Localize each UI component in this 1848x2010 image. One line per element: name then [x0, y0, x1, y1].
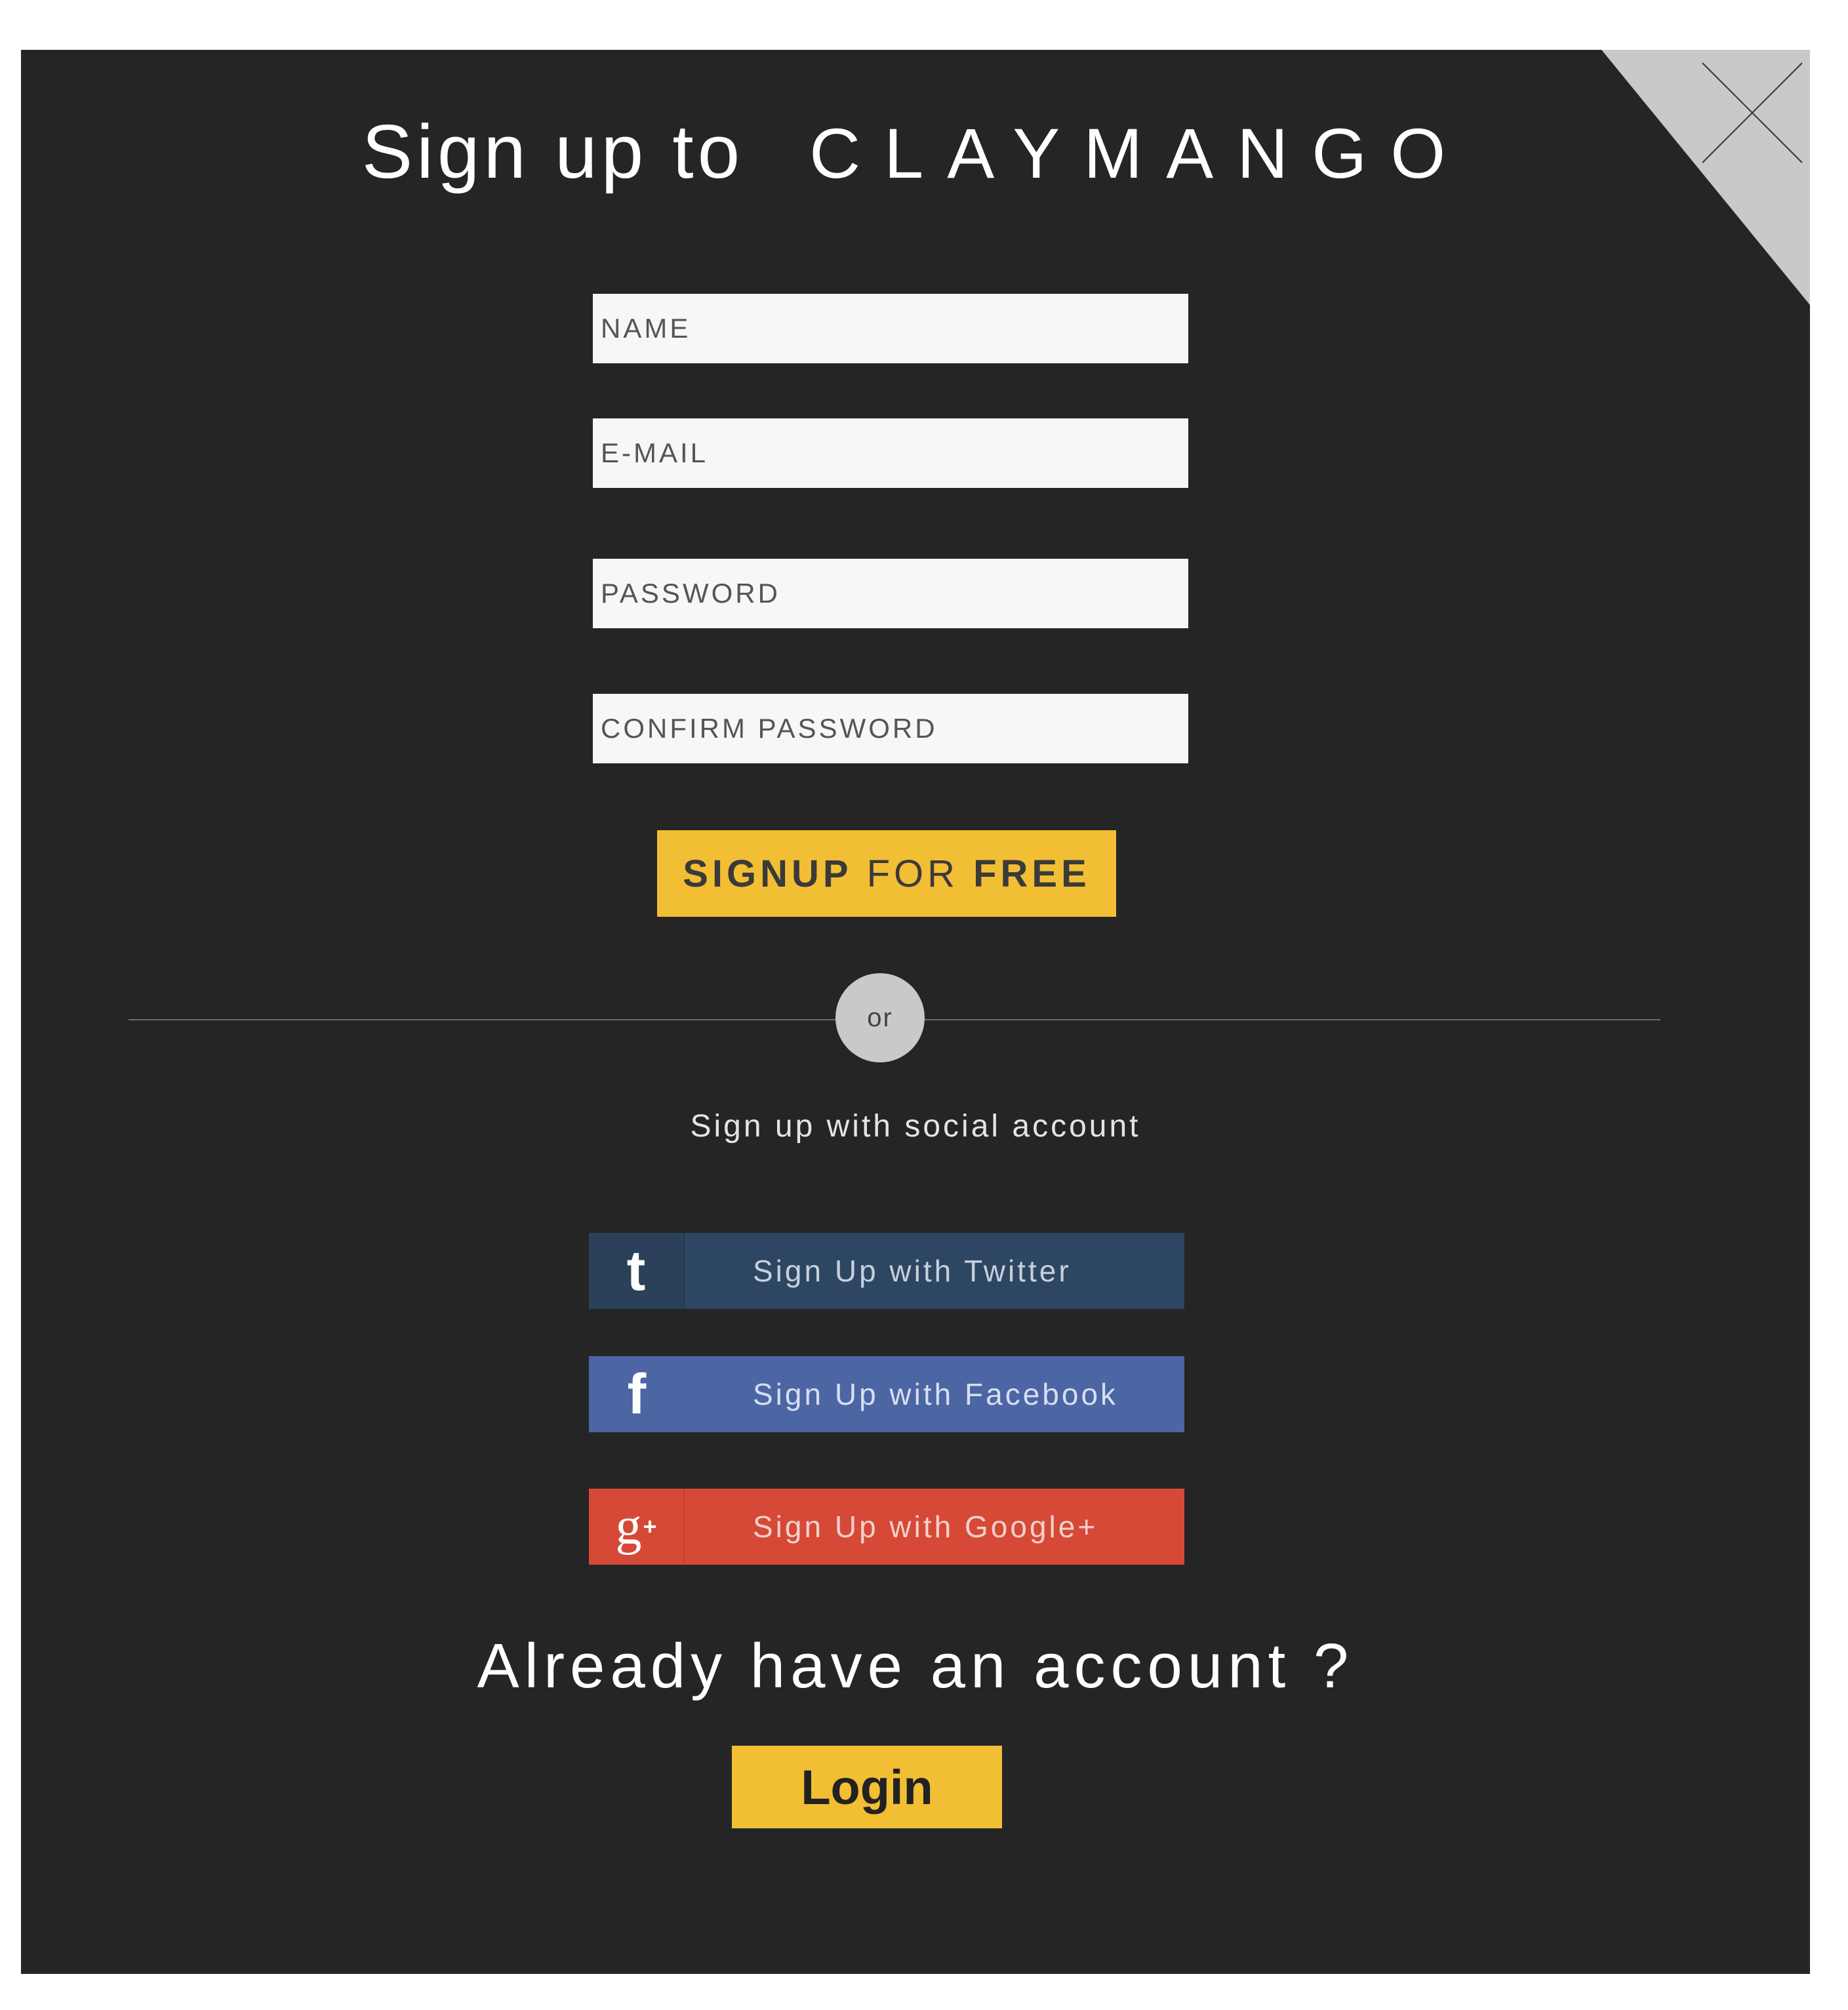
signup-modal: Sign up to CLAYMANGO SIGNUP FOR FREE or Sig… — [21, 50, 1810, 1974]
signup-label-part3: FREE — [973, 852, 1091, 895]
name-input[interactable] — [593, 294, 1188, 363]
social-caption: Sign up with social account — [690, 1109, 1141, 1144]
email-input[interactable] — [593, 418, 1188, 488]
twitter-button-label: Sign Up with Twitter — [753, 1254, 1072, 1288]
twitter-icon: t — [589, 1233, 685, 1309]
facebook-icon: f — [589, 1356, 685, 1432]
google-button-label: Sign Up with Google+ — [753, 1510, 1098, 1544]
login-button[interactable]: Login — [732, 1746, 1002, 1828]
title-lead: Sign up to — [361, 109, 744, 194]
brand-logo-text: CLAYMANGO — [809, 113, 1470, 193]
google-plus-icon: g + — [589, 1489, 685, 1565]
signup-label-part2: FOR — [866, 852, 959, 895]
facebook-button-label: Sign Up with Facebook — [753, 1377, 1119, 1411]
page-title: Sign up to CLAYMANGO — [21, 106, 1810, 197]
signup-facebook-button[interactable]: f Sign Up with Facebook — [589, 1356, 1184, 1432]
google-icon-letter: g — [615, 1497, 642, 1556]
google-icon-plus: + — [643, 1513, 657, 1540]
signup-twitter-button[interactable]: t Sign Up with Twitter — [589, 1233, 1184, 1309]
confirm-password-input[interactable] — [593, 694, 1188, 763]
or-badge: or — [835, 973, 925, 1062]
signup-google-button[interactable]: g + Sign Up with Google+ — [589, 1489, 1184, 1565]
signup-for-free-button[interactable]: SIGNUP FOR FREE — [657, 830, 1116, 917]
already-have-account-text: Already have an account ? — [477, 1631, 1354, 1701]
signup-label-part1: SIGNUP — [683, 852, 853, 895]
password-input[interactable] — [593, 559, 1188, 628]
